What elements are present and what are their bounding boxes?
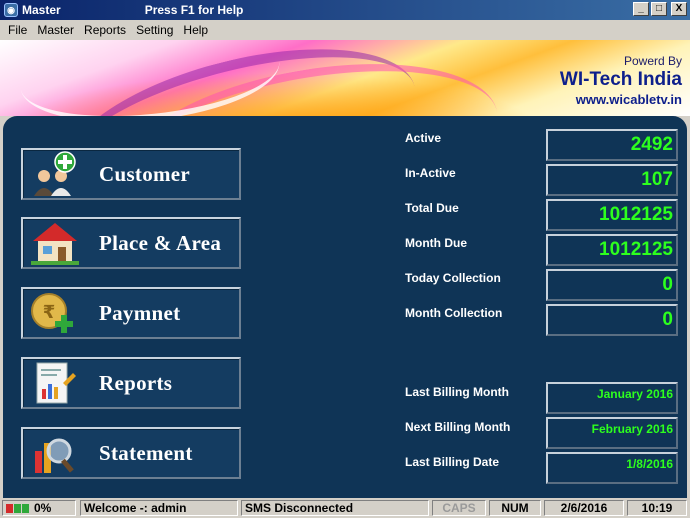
- reports-button[interactable]: Reports: [21, 357, 241, 409]
- place-area-button[interactable]: Place & Area: [21, 217, 241, 269]
- total-due-value: 1012125: [546, 199, 678, 231]
- menu-setting[interactable]: Setting: [131, 23, 178, 37]
- today-collection-value: 0: [546, 269, 678, 301]
- title-bar: ◉ Master Press F1 for Help _ □ X: [0, 0, 690, 20]
- payment-label: Paymnet: [99, 300, 181, 325]
- reports-label: Reports: [99, 370, 173, 395]
- status-time: 10:19: [627, 500, 687, 516]
- last-billing-month-label: Last Billing Month: [405, 385, 509, 399]
- last-billing-date-label: Last Billing Date: [405, 455, 500, 469]
- report-chart-icon: [29, 359, 81, 407]
- statement-label: Statement: [99, 440, 193, 465]
- month-collection-label: Month Collection: [405, 306, 503, 320]
- active-label: Active: [405, 131, 442, 145]
- magnifier-chart-icon: [29, 429, 81, 477]
- app-icon[interactable]: ◉: [4, 3, 18, 17]
- menu-help[interactable]: Help: [178, 23, 213, 37]
- signal-bars-icon: [6, 504, 29, 513]
- menu-master[interactable]: Master: [32, 23, 79, 37]
- month-due-value: 1012125: [546, 234, 678, 266]
- customer-label: Customer: [99, 161, 191, 186]
- menu-reports[interactable]: Reports: [79, 23, 131, 37]
- customer-button[interactable]: Customer: [21, 148, 241, 200]
- maximize-button[interactable]: □: [651, 2, 667, 16]
- status-date: 2/6/2016: [544, 500, 624, 516]
- window-title: Master: [22, 3, 61, 17]
- inactive-value: 107: [546, 164, 678, 196]
- help-hint: Press F1 for Help: [144, 3, 244, 17]
- total-due-label: Total Due: [405, 201, 459, 215]
- minimize-button[interactable]: _: [633, 2, 649, 16]
- menu-bar: File Master Reports Setting Help: [0, 20, 690, 40]
- active-value: 2492: [546, 129, 678, 161]
- month-due-label: Month Due: [405, 236, 467, 250]
- last-billing-date-value: 1/8/2016: [546, 452, 678, 484]
- company-name: WI-Tech India: [559, 69, 682, 90]
- month-collection-value: 0: [546, 304, 678, 336]
- num-indicator: NUM: [489, 500, 541, 516]
- statement-button[interactable]: Statement: [21, 427, 241, 479]
- next-billing-month-label: Next Billing Month: [405, 420, 511, 434]
- banner: Powerd By WI-Tech India www.wicabletv.in: [0, 40, 690, 116]
- window-controls: _ □ X: [633, 2, 687, 16]
- payment-button[interactable]: ₹ Paymnet: [21, 287, 241, 339]
- last-billing-month-value: January 2016: [546, 382, 678, 414]
- today-collection-label: Today Collection: [405, 271, 501, 285]
- progress-text: 0%: [34, 501, 52, 515]
- inactive-label: In-Active: [405, 166, 456, 180]
- caps-indicator: CAPS: [432, 500, 486, 516]
- status-progress: 0%: [2, 500, 76, 516]
- customer-icon: [29, 150, 81, 198]
- company-url[interactable]: www.wicabletv.in: [560, 92, 682, 107]
- close-button[interactable]: X: [671, 2, 687, 16]
- powered-by-label: Powerd By: [623, 54, 682, 68]
- house-icon: [29, 219, 81, 267]
- svg-text:₹: ₹: [43, 302, 56, 323]
- coin-add-icon: ₹: [29, 289, 81, 337]
- dashboard-panel: Customer Place & Area ₹ Paymnet Reports …: [3, 116, 687, 498]
- status-bar: 0% Welcome -: admin SMS Disconnected CAP…: [0, 498, 690, 518]
- welcome-text: Welcome -: admin: [80, 500, 238, 516]
- banner-branding: Powerd By WI-Tech India www.wicabletv.in: [560, 54, 682, 107]
- sms-status: SMS Disconnected: [241, 500, 429, 516]
- next-billing-month-value: February 2016: [546, 417, 678, 449]
- menu-file[interactable]: File: [0, 23, 32, 37]
- place-area-label: Place & Area: [99, 230, 222, 255]
